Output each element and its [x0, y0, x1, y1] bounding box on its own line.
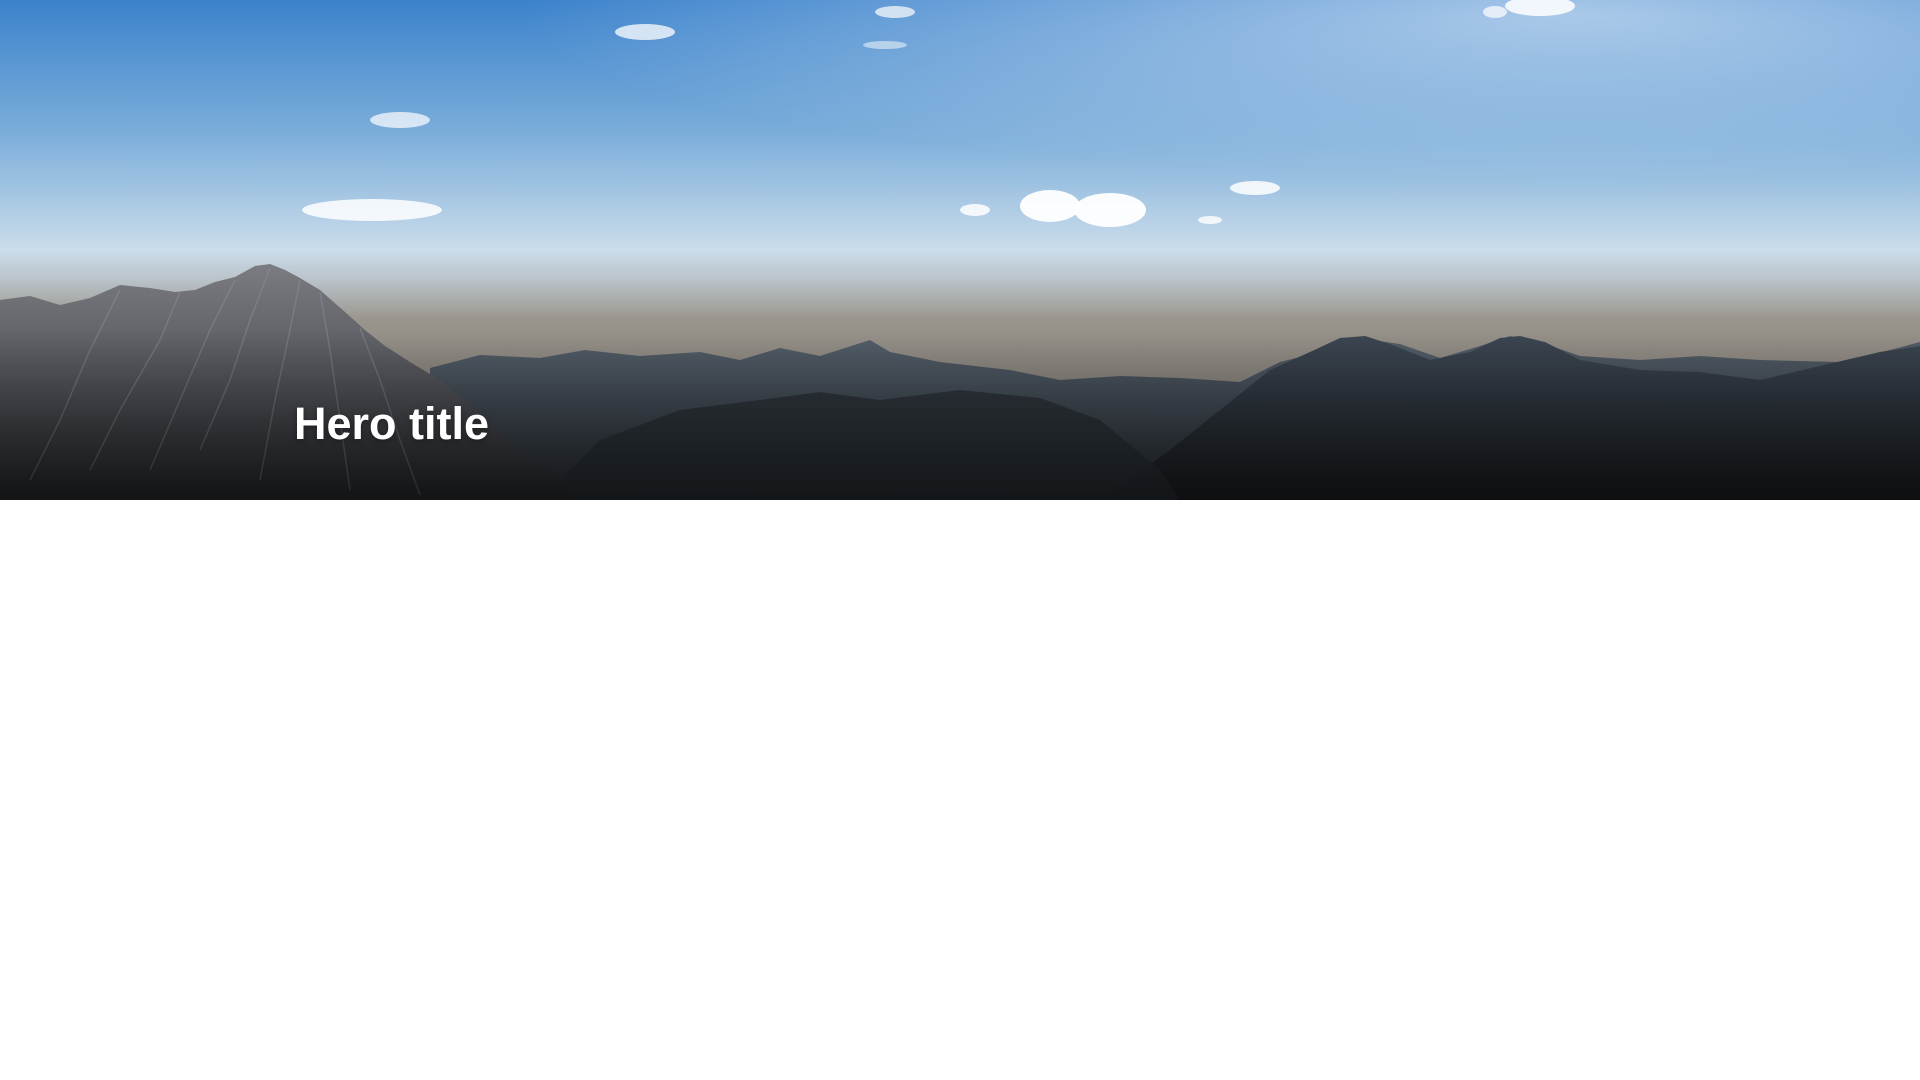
hero-background-image — [0, 0, 1920, 500]
page-content-area — [0, 500, 1920, 1080]
hero-title: Hero title — [294, 398, 490, 449]
hero-banner: Hero title — [0, 0, 1920, 500]
